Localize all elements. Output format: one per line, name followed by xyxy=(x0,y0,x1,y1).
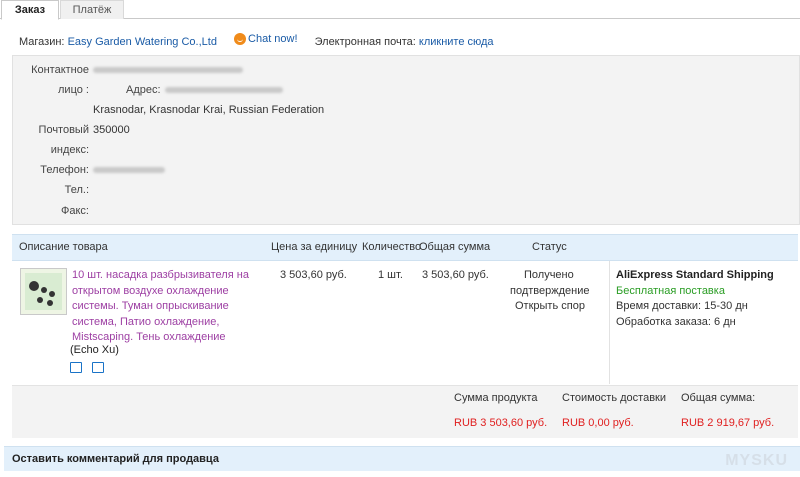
status-line-2: подтверждение xyxy=(510,285,590,297)
product-title-line: системы. Туман опрыскивание xyxy=(72,300,229,312)
phone-redacted xyxy=(93,167,165,173)
address-city: Krasnodar, Krasnodar Krai, Russian Feder… xyxy=(93,104,325,116)
free-shipping: Бесплатная поставка xyxy=(616,285,725,297)
chat-icon xyxy=(234,33,247,45)
fax-label: Факс: xyxy=(61,205,89,217)
product-sum-value: RUB 3 503,60 руб. xyxy=(454,417,548,429)
product-title-line: 10 шт. насадка разбрызивателя на xyxy=(72,269,249,281)
email-label: Электронная почта: xyxy=(314,36,416,48)
shop-name-link[interactable]: Easy Garden Watering Co.,Ltd xyxy=(68,36,217,48)
zip-value: 350000 xyxy=(93,124,130,136)
contact-label: Контактное xyxy=(31,64,89,76)
product-sum-label: Сумма продукта xyxy=(454,392,538,404)
grand-total-label: Общая сумма: xyxy=(681,392,756,404)
tab-bar: Заказ Платёж xyxy=(0,0,800,20)
order-totals: Сумма продукта Стоимость доставки Общая … xyxy=(12,385,798,438)
line-total: 3 503,60 руб. xyxy=(422,269,489,281)
chat-label: Chat now! xyxy=(248,33,298,45)
col-unit-price: Цена за единицу xyxy=(271,241,358,253)
quantity: 1 шт. xyxy=(378,269,403,281)
order-item-row: 10 шт. насадка разбрызивателя на открыто… xyxy=(12,261,798,384)
product-title-line: открытом воздухе охлаждение xyxy=(72,284,229,297)
col-description: Описание товара xyxy=(19,241,108,253)
delivery-time: Время доставки: 15-30 дн xyxy=(616,300,748,312)
col-total: Общая сумма xyxy=(419,241,491,253)
processing-time: Обработка заказа: 6 дн xyxy=(616,316,736,328)
status-line-1: Получено xyxy=(524,269,574,281)
seller-comment-label: Оставить комментарий для продавца xyxy=(12,453,219,465)
watermark: MYSKU xyxy=(725,452,788,469)
shipping-divider xyxy=(609,261,610,384)
product-title-line: система, Патио охлаждение, xyxy=(72,315,220,328)
zip-label-2: индекс: xyxy=(50,144,89,156)
snapshot-icon[interactable] xyxy=(70,362,82,373)
address-label: Адрес: xyxy=(126,84,161,96)
product-thumbnail[interactable] xyxy=(20,268,67,315)
product-image-part xyxy=(41,287,47,293)
product-image-part xyxy=(49,291,55,297)
unit-price: 3 503,60 руб. xyxy=(280,269,347,281)
shop-label: Магазин: xyxy=(19,36,65,48)
shipping-method: AliExpress Standard Shipping xyxy=(616,269,774,281)
zip-label: Почтовый xyxy=(38,124,89,136)
contact-name-redacted xyxy=(93,67,243,73)
product-image-part xyxy=(47,300,53,306)
address-box: Контактное лицо : Адрес: Krasnodar, Kras… xyxy=(12,55,800,225)
contact-label-2: лицо : xyxy=(58,84,89,96)
product-image-part xyxy=(29,281,39,291)
product-title-link[interactable]: 10 шт. насадка разбрызивателя на открыто… xyxy=(72,268,252,346)
order-table-header: Описание товара Цена за единицу Количест… xyxy=(12,234,798,261)
seller-comment-bar[interactable]: Оставить комментарий для продавца xyxy=(4,446,800,471)
col-status: Статус xyxy=(532,241,567,253)
open-dispute-link[interactable]: Открыть спор xyxy=(515,300,585,312)
chat-now-button[interactable]: Chat now! xyxy=(234,33,298,45)
product-image xyxy=(25,273,62,310)
address-redacted xyxy=(165,87,283,93)
shipping-cost-label: Стоимость доставки xyxy=(562,392,666,404)
phone-label: Телефон: xyxy=(40,164,89,176)
col-quantity: Количество xyxy=(362,241,422,253)
tab-payment[interactable]: Платёж xyxy=(60,0,124,19)
product-image-part xyxy=(37,297,43,303)
shipping-cost-value: RUB 0,00 руб. xyxy=(562,417,634,429)
seller-name: (Echo Xu) xyxy=(70,344,119,356)
tel-label: Тел.: xyxy=(64,184,89,196)
email-link[interactable]: кликните сюда xyxy=(419,36,494,48)
message-icon[interactable] xyxy=(92,362,104,373)
shop-info: Магазин: Easy Garden Watering Co.,Ltd Ch… xyxy=(19,33,494,48)
grand-total-value: RUB 2 919,67 руб. xyxy=(681,417,775,429)
tab-order[interactable]: Заказ xyxy=(1,0,59,20)
